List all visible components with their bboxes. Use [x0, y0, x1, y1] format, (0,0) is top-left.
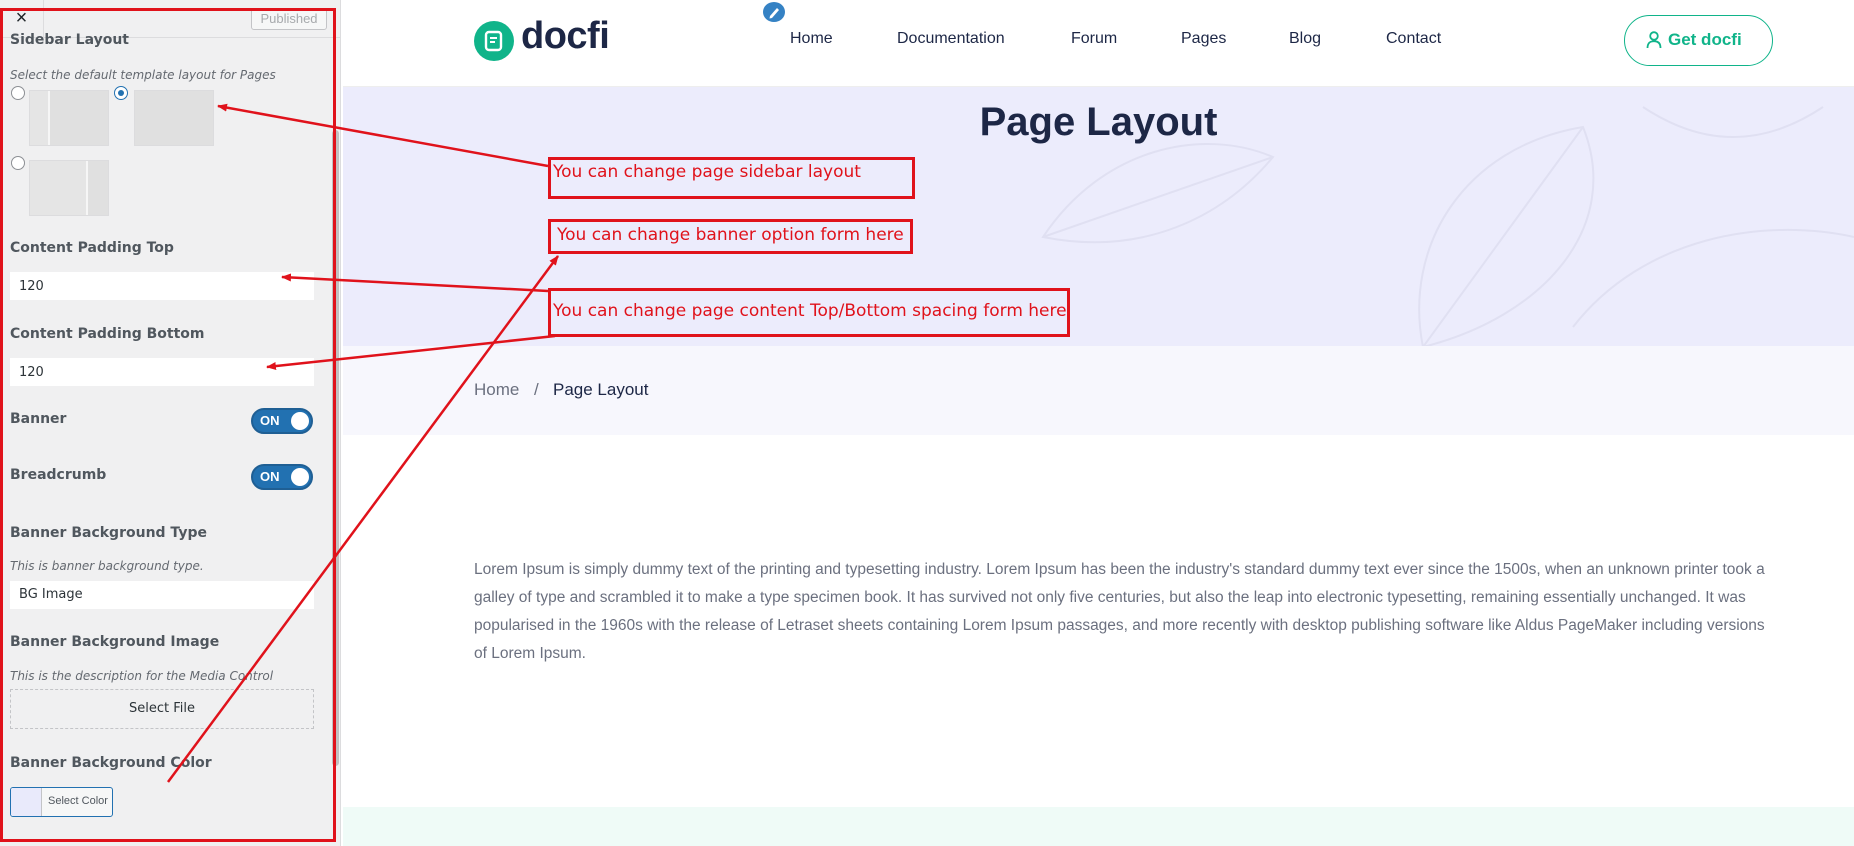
- breadcrumb-home-link[interactable]: Home: [474, 380, 519, 400]
- footer-band: [343, 807, 1854, 846]
- user-icon: [1646, 31, 1662, 49]
- nav-home[interactable]: Home: [790, 30, 833, 48]
- nav-forum[interactable]: Forum: [1071, 30, 1117, 48]
- get-docfi-label: Get docfi: [1668, 30, 1742, 49]
- breadcrumb-separator: /: [534, 380, 539, 399]
- nav-documentation[interactable]: Documentation: [897, 30, 1005, 48]
- nav-blog[interactable]: Blog: [1289, 30, 1321, 48]
- page-content-text: Lorem Ipsum is simply dummy text of the …: [474, 561, 1765, 662]
- page-title: Page Layout: [979, 100, 1218, 144]
- nav-contact[interactable]: Contact: [1386, 30, 1441, 48]
- sidebar-note-text: You can change page sidebar layout: [553, 162, 861, 182]
- nav-pages[interactable]: Pages: [1181, 30, 1226, 48]
- docfi-logo-icon[interactable]: [474, 21, 514, 61]
- get-docfi-button[interactable]: Get docfi: [1624, 15, 1773, 66]
- banner-note-text: You can change banner option form here: [557, 225, 904, 245]
- site-header: docfi Home Documentation Forum Pages Blo…: [343, 0, 1854, 87]
- edit-pencil-icon[interactable]: [761, 0, 787, 24]
- spacing-note-text: You can change page content Top/Bottom s…: [553, 301, 1067, 321]
- logo-text[interactable]: docfi: [521, 15, 610, 58]
- site-preview: docfi Home Documentation Forum Pages Blo…: [343, 0, 1854, 846]
- breadcrumb-current: Page Layout: [553, 380, 649, 399]
- panel-highlight-box: [0, 8, 336, 842]
- breadcrumb: Home / Page Layout: [343, 346, 1854, 435]
